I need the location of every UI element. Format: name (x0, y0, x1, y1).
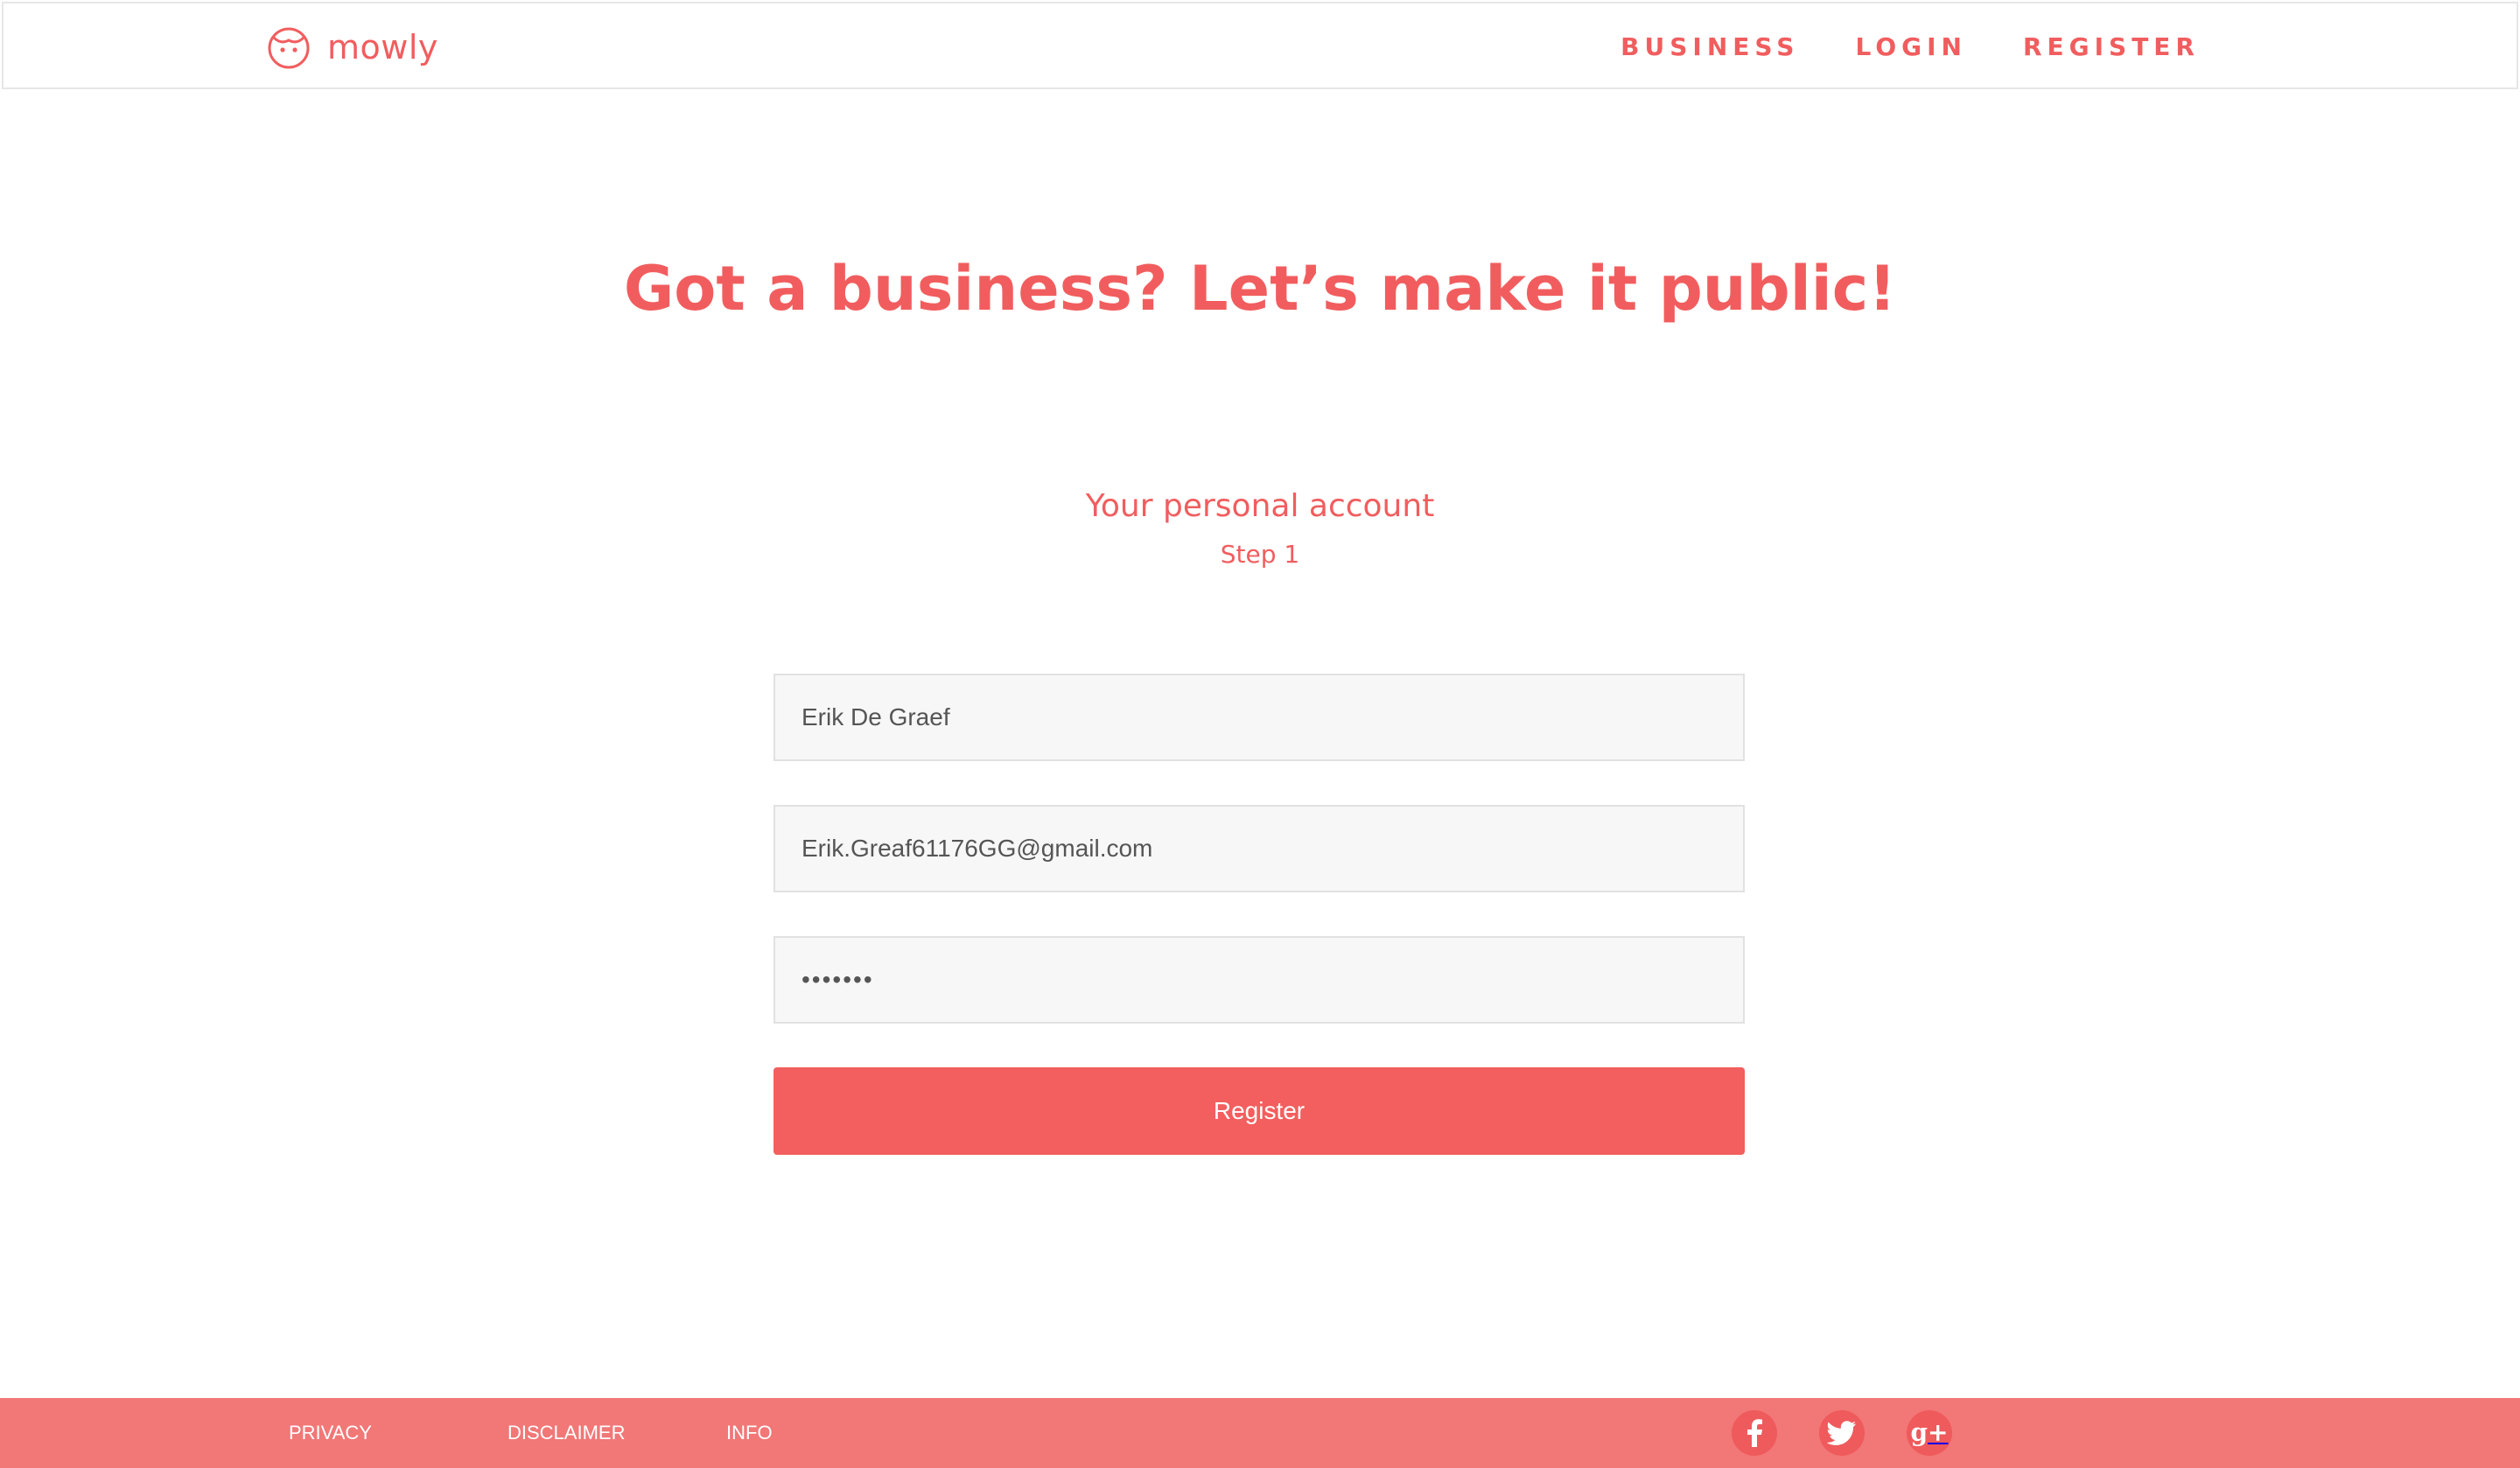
top-navbar: mowly BUSINESS LOGIN REGISTER (2, 2, 2518, 89)
form-heading: Your personal account (1085, 488, 1435, 524)
nav-register-link[interactable]: REGISTER (2023, 3, 2200, 91)
google-plus-glyph: g+ (1910, 1418, 1949, 1447)
page-title: Got a business? Let’s make it public! (623, 253, 1897, 325)
nav-business-link[interactable]: BUSINESS (1620, 3, 1799, 91)
facebook-icon[interactable] (1732, 1410, 1777, 1456)
brand-name: mowly (327, 28, 438, 66)
full-name-input[interactable] (774, 674, 1745, 761)
footer-privacy-link[interactable]: PRIVACY (289, 1398, 372, 1468)
owl-logo-icon (266, 24, 312, 70)
footer-disclaimer-link[interactable]: DISCLAIMER (508, 1398, 625, 1468)
nav-login-link[interactable]: LOGIN (1855, 3, 1966, 91)
brand-home-link[interactable]: mowly (266, 24, 438, 70)
email-input[interactable] (774, 805, 1745, 892)
page: mowly BUSINESS LOGIN REGISTER Got a busi… (0, 0, 2520, 1468)
twitter-icon[interactable] (1819, 1410, 1865, 1456)
main-nav: BUSINESS LOGIN REGISTER (1620, 3, 2200, 91)
form-step-indicator: Step 1 (1220, 540, 1300, 569)
google-plus-icon[interactable]: g+ (1907, 1410, 1952, 1456)
password-input[interactable] (774, 936, 1745, 1024)
footer-info-link[interactable]: INFO (726, 1398, 773, 1468)
footer: PRIVACY DISCLAIMER INFO g+ (0, 1398, 2520, 1468)
register-button[interactable]: Register (774, 1067, 1745, 1155)
